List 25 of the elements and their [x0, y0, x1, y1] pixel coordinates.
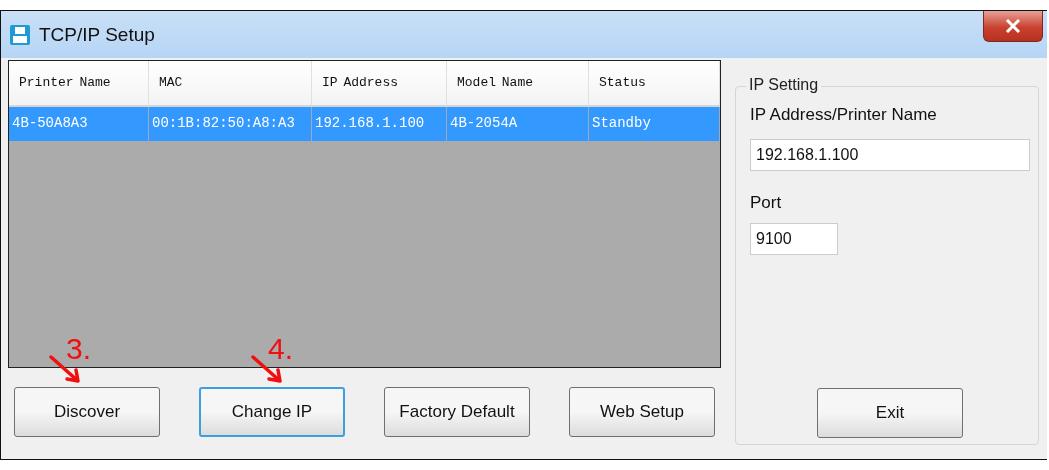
window-title: TCP/IP Setup	[39, 23, 155, 46]
step-number: 3.	[66, 332, 92, 366]
table-cell: 192.168.1.100	[312, 107, 447, 141]
address-field[interactable]: 192.168.1.100	[750, 139, 1030, 171]
column-header[interactable]: Printer Name	[9, 61, 149, 105]
action-button[interactable]: Discover	[14, 386, 160, 437]
step-number: 4.	[268, 332, 294, 366]
table-cell: Standby	[589, 107, 720, 141]
column-header[interactable]: Status	[589, 61, 720, 105]
action-button[interactable]: Change IP	[199, 386, 345, 437]
close-icon	[1005, 19, 1021, 33]
field-label: IP Address/Printer Name	[750, 105, 938, 125]
group-title: IP Setting	[746, 76, 822, 94]
action-button[interactable]: Factory Default	[384, 386, 530, 437]
table-cell: 00:1B:82:50:A8:A3	[149, 107, 312, 141]
port-field[interactable]: 9100	[750, 223, 838, 255]
column-header[interactable]: MAC	[149, 61, 312, 105]
table-cell: 4B-2054A	[447, 107, 589, 141]
column-header[interactable]: IP Address	[312, 61, 447, 105]
exit-button[interactable]: Exit	[817, 388, 963, 438]
close-button[interactable]	[983, 11, 1043, 42]
column-header[interactable]: Model Name	[447, 61, 589, 105]
table-cell: 4B-50A8A3	[9, 107, 149, 141]
field-label: Port	[750, 193, 783, 213]
action-button[interactable]: Web Setup	[569, 386, 715, 437]
